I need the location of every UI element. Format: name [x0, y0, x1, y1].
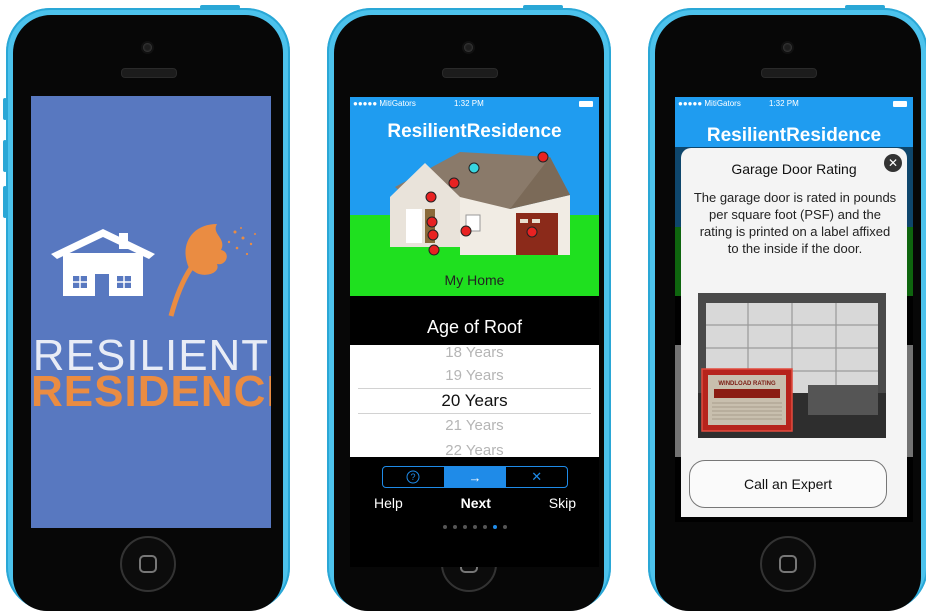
mute-switch — [3, 98, 7, 120]
page-dot — [462, 525, 467, 529]
page-dot — [472, 525, 477, 529]
palm-tree-wind-icon — [168, 224, 256, 317]
home-button[interactable] — [120, 536, 176, 592]
picker-option[interactable]: 22 Years — [350, 442, 599, 457]
picker-option[interactable]: 21 Years — [350, 417, 599, 434]
carrier-label: ●●●●● MitiGators — [678, 99, 741, 108]
home-button-icon — [139, 555, 157, 573]
next-label[interactable]: Next — [461, 495, 491, 511]
page-dot-active — [492, 525, 497, 529]
skip-label[interactable]: Skip — [549, 495, 576, 511]
picker-divider — [358, 388, 591, 389]
logo-text-residence: RESIDENCE — [31, 367, 271, 416]
navigation-labels: Help Next Skip — [374, 495, 576, 511]
home-illustration: ●●●●● MitiGators 1:32 PM ResilientReside… — [350, 97, 599, 296]
close-icon[interactable]: ✕ — [884, 154, 902, 172]
svg-text:?: ? — [411, 472, 416, 482]
info-screen: ●●●●● MitiGators 1:32 PM ResilientReside… — [675, 97, 913, 522]
volume-down-button — [3, 186, 7, 218]
front-camera — [464, 43, 473, 52]
phone-question: ●●●●● MitiGators 1:32 PM ResilientReside… — [327, 8, 611, 611]
page-dot — [442, 525, 447, 529]
picker-option[interactable]: 19 Years — [350, 367, 599, 384]
volume-up-button — [3, 140, 7, 172]
phone-info-modal: ●●●●● MitiGators 1:32 PM ResilientReside… — [648, 8, 926, 611]
skip-icon[interactable]: ✕ — [505, 467, 567, 487]
earpiece-speaker — [121, 68, 177, 78]
earpiece-speaker — [761, 68, 817, 78]
next-arrow-icon[interactable]: → — [443, 467, 506, 487]
front-camera — [143, 43, 152, 52]
garage-door-photo: WINDLOAD RATING — [698, 293, 886, 438]
question-title: Age of Roof — [426, 317, 523, 337]
picker-divider — [358, 413, 591, 414]
house-diagram — [390, 151, 570, 256]
call-expert-button[interactable]: Call an Expert — [689, 460, 887, 508]
power-button — [200, 5, 240, 9]
page-indicator — [350, 525, 599, 529]
power-button — [845, 5, 885, 9]
modal-description: The garage door is rated in pounds per s… — [693, 190, 897, 256]
age-picker[interactable]: 18 Years 19 Years 20 Years 21 Years 22 Y… — [350, 345, 599, 457]
splash-screen: RESILIENT RESIDENCE — [31, 96, 271, 528]
page-dot — [452, 525, 457, 529]
power-button — [523, 5, 563, 9]
home-button-icon — [779, 555, 797, 573]
app-title: ResilientResidence — [706, 125, 882, 146]
page-dot — [502, 525, 507, 529]
navigation-segmented-control[interactable]: ? → ✕ — [382, 466, 568, 488]
photo-label-text: WINDLOAD RATING — [718, 381, 776, 387]
home-button[interactable] — [760, 536, 816, 592]
info-modal: Garage Door Rating ✕ The garage door is … — [681, 148, 907, 517]
front-camera — [783, 43, 792, 52]
status-bar: ●●●●● MitiGators 1:32 PM — [675, 97, 913, 111]
help-icon[interactable]: ? — [383, 467, 444, 487]
picker-option[interactable]: 18 Years — [350, 345, 599, 361]
status-time: 1:32 PM — [769, 99, 799, 108]
picker-option-selected[interactable]: 20 Years — [350, 391, 599, 411]
modal-title: Garage Door Rating — [731, 161, 857, 177]
page-dot — [482, 525, 487, 529]
battery-icon — [893, 101, 907, 107]
phone-splash: RESILIENT RESIDENCE — [6, 8, 290, 611]
hero-caption: My Home — [444, 272, 505, 288]
help-label[interactable]: Help — [374, 495, 403, 511]
earpiece-speaker — [442, 68, 498, 78]
question-screen: ●●●●● MitiGators 1:32 PM ResilientReside… — [350, 97, 599, 567]
